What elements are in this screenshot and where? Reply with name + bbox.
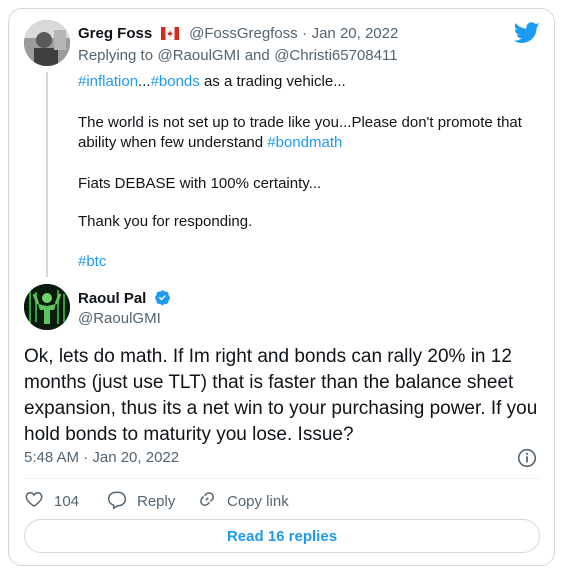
main-author-name[interactable]: Raoul Pal <box>78 290 146 307</box>
parent-author-name[interactable]: Greg Foss <box>78 25 152 42</box>
parent-tweet-line-1: #inflation...#bonds as a trading vehicle… <box>78 73 346 90</box>
heart-icon <box>24 489 44 513</box>
parent-tweet-date[interactable]: Jan 20, 2022 <box>312 25 399 42</box>
read-replies-label: Read 16 replies <box>226 527 338 545</box>
parent-tweet-header: Greg Foss @FossGregfoss · Jan 20, 2022 <box>78 25 398 45</box>
like-button[interactable]: 104 <box>24 489 79 513</box>
tweet-embed-card <box>8 8 555 566</box>
hashtag-bonds[interactable]: #bonds <box>151 73 200 90</box>
replying-to-prefix: Replying to <box>78 47 154 64</box>
copy-link-label: Copy link <box>227 492 289 510</box>
like-count: 104 <box>54 492 80 510</box>
greg-foss-avatar[interactable] <box>24 20 70 66</box>
line1-rest-text: as a trading vehicle... <box>199 73 346 90</box>
reply-to-raoulgmi[interactable]: @RaoulGMI <box>158 47 241 64</box>
hashtag-bondmath[interactable]: #bondmath <box>267 134 342 151</box>
header-separator: · <box>302 25 308 42</box>
main-author-handle[interactable]: @RaoulGMI <box>78 310 161 327</box>
action-divider <box>24 478 540 479</box>
hashtag-btc[interactable]: #btc <box>78 253 106 270</box>
reply-button[interactable]: Reply <box>107 489 175 513</box>
raoul-pal-avatar[interactable] <box>24 284 70 330</box>
main-tweet-header: Raoul Pal <box>78 289 171 311</box>
link-icon <box>197 489 217 513</box>
main-tweet-text: Ok, lets do math. If Im right and bonds … <box>24 346 538 445</box>
hashtag-inflation[interactable]: #inflation <box>78 73 138 90</box>
reply-to-christi[interactable]: @Christi65708411 <box>274 47 397 64</box>
parent-tweet-line-6: #btc <box>78 253 106 270</box>
parent-tweet-line-5: Thank you for responding. <box>78 213 253 230</box>
reply-and: and <box>244 47 270 64</box>
reply-bubble-icon <box>107 489 127 513</box>
parent-tweet-line-2: The world is not set up to trade like yo… <box>78 114 522 131</box>
reply-label: Reply <box>137 492 176 510</box>
verified-badge-icon <box>154 289 171 311</box>
line3-prefix-text: ability when few understand <box>78 134 268 151</box>
twitter-logo-icon[interactable] <box>513 22 540 44</box>
parent-author-handle[interactable]: @FossGregfoss <box>189 25 298 42</box>
ellipsis-text: ... <box>138 73 151 90</box>
thread-connector-line <box>46 72 48 277</box>
canada-flag-icon <box>160 26 180 45</box>
read-replies-button[interactable]: Read 16 replies <box>24 519 540 553</box>
parent-tweet-line-3: ability when few understand #bondmath <box>78 134 342 151</box>
replying-to-line: Replying to @RaoulGMI and @Christi657084… <box>78 47 398 65</box>
parent-tweet-line-4: Fiats DEBASE with 100% certainty... <box>78 175 322 192</box>
main-tweet-timestamp[interactable]: 5:48 AM · Jan 20, 2022 <box>24 449 179 466</box>
copy-link-button[interactable]: Copy link <box>197 489 289 513</box>
info-icon[interactable] <box>517 448 537 468</box>
